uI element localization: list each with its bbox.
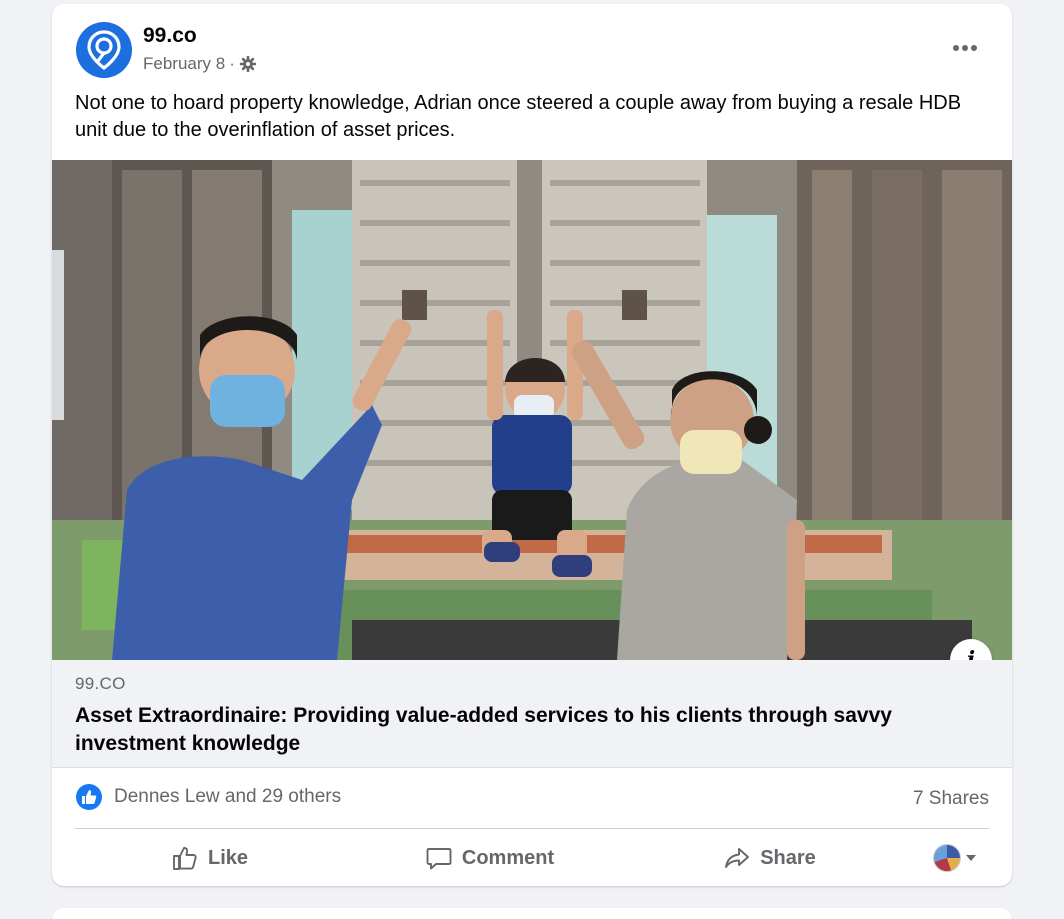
link-preview[interactable]: 99.CO Asset Extraordinaire: Providing va… xyxy=(52,660,1012,768)
gear-icon[interactable] xyxy=(239,55,257,73)
post-photo[interactable] xyxy=(52,160,1012,660)
comment-bubble-icon xyxy=(426,848,452,870)
like-label: Like xyxy=(207,846,249,869)
post-date[interactable]: February 8 xyxy=(143,54,225,74)
user-avatar xyxy=(933,844,961,872)
page-avatar[interactable] xyxy=(76,22,132,78)
link-title[interactable]: Asset Extraordinaire: Providing value-ad… xyxy=(75,702,975,758)
post-card: 99.co February 8 · Not one to hoard prop… xyxy=(52,4,1012,886)
post-text: Not one to hoard property knowledge, Adr… xyxy=(75,92,962,141)
react-as-selector[interactable] xyxy=(905,836,989,880)
share-label: Share xyxy=(760,846,816,869)
meta-separator: · xyxy=(229,54,235,73)
comment-label: Comment xyxy=(461,846,555,869)
comment-button[interactable]: Comment xyxy=(345,836,635,880)
page-name-link[interactable]: 99.co xyxy=(143,24,197,48)
divider xyxy=(75,828,989,829)
like-button[interactable]: Like xyxy=(75,836,345,880)
more-options-button[interactable] xyxy=(942,28,988,68)
action-bar: Like Comment Share xyxy=(75,836,989,880)
more-horizontal-icon xyxy=(953,45,977,51)
next-post-card xyxy=(52,908,1012,919)
shares-count[interactable]: 7 Shares xyxy=(913,788,989,810)
thumbs-up-icon xyxy=(173,847,197,870)
share-arrow-icon xyxy=(725,848,750,868)
location-pin-logo-icon xyxy=(87,30,121,70)
photo-illustration xyxy=(52,160,1012,660)
reactions-text[interactable]: Dennes Lew and 29 others xyxy=(114,786,341,808)
caret-down-icon xyxy=(966,855,976,861)
like-reaction-icon xyxy=(76,784,102,810)
reactions-summary[interactable]: Dennes Lew and 29 others xyxy=(76,784,341,810)
post-meta: February 8 · xyxy=(143,54,257,74)
link-domain: 99.CO xyxy=(75,674,126,693)
share-button[interactable]: Share xyxy=(635,836,905,880)
